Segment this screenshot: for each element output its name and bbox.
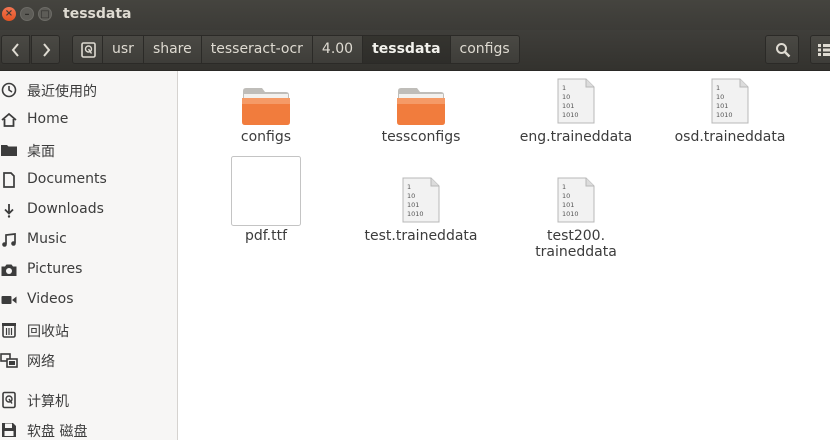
sidebar-item-music[interactable]: Music bbox=[0, 225, 177, 255]
network-icon bbox=[0, 353, 18, 368]
recent-clock-icon bbox=[1, 82, 17, 98]
sidebar-item-pictures[interactable]: Pictures bbox=[0, 255, 177, 285]
sidebar-item-label: Downloads bbox=[27, 201, 104, 217]
chevron-left-icon bbox=[11, 43, 19, 57]
file-item-osd-traineddata[interactable]: 1 10 101 1010 osd.traineddata bbox=[670, 77, 790, 151]
breadcrumb-tesseract-ocr[interactable]: tesseract-ocr bbox=[200, 35, 313, 64]
camera-icon bbox=[1, 264, 17, 276]
home-icon bbox=[1, 112, 17, 127]
binary-digit-text: 10 bbox=[562, 93, 570, 101]
breadcrumb-configs[interactable]: configs bbox=[449, 35, 520, 64]
search-icon bbox=[776, 43, 791, 58]
file-item-test-traineddata[interactable]: 1 10 101 1010 test.traineddata bbox=[361, 176, 481, 250]
sidebar-item-label: Documents bbox=[27, 171, 107, 187]
sidebar-item-label: 软盘 磁盘 bbox=[27, 424, 88, 440]
sidebar-item-videos[interactable]: Videos bbox=[0, 285, 177, 315]
sidebar-item-label: 回收站 bbox=[27, 324, 69, 340]
binary-digit-text: 1010 bbox=[407, 210, 424, 218]
trash-icon bbox=[2, 323, 16, 338]
drive-icon bbox=[81, 42, 96, 58]
sidebar-item-documents[interactable]: Documents bbox=[0, 165, 177, 195]
breadcrumb-tessdata[interactable]: tessdata bbox=[362, 35, 451, 64]
title-bar: × – □ tessdata bbox=[0, 0, 830, 30]
file-icon-view: configs tessconfigs 1 10 101 1010 eng.tr… bbox=[178, 71, 830, 440]
folder-icon bbox=[397, 88, 445, 125]
binary-digit-text: 1 bbox=[716, 84, 720, 92]
video-icon bbox=[1, 296, 17, 304]
binary-digit-text: 101 bbox=[562, 102, 574, 110]
binary-file-icon: 1 10 101 1010 bbox=[711, 78, 749, 124]
file-name: pdf.ttf bbox=[244, 228, 288, 244]
desktop-folder-icon bbox=[1, 145, 17, 156]
sidebar-item-computer[interactable]: 计算机 bbox=[0, 385, 177, 415]
sidebar-item-label: 最近使用的 bbox=[27, 84, 97, 100]
binary-file-icon: 1 10 101 1010 bbox=[557, 177, 595, 223]
file-name: tessconfigs bbox=[381, 129, 461, 145]
sidebar-item-floppy[interactable]: 软盘 磁盘 bbox=[0, 415, 177, 445]
file-name: test.traineddata bbox=[364, 228, 478, 244]
minimize-window-button[interactable]: – bbox=[20, 7, 34, 21]
computer-icon bbox=[2, 391, 16, 409]
forward-button[interactable] bbox=[31, 35, 60, 64]
file-item-test200-traineddata[interactable]: 1 10 101 1010 test200. traineddata bbox=[516, 176, 636, 266]
maximize-window-button[interactable]: □ bbox=[38, 7, 52, 21]
sidebar-item-label: 计算机 bbox=[27, 394, 69, 410]
binary-digit-text: 10 bbox=[562, 192, 570, 200]
sidebar-item-recent[interactable]: 最近使用的 bbox=[0, 75, 177, 105]
file-name: eng.traineddata bbox=[519, 129, 633, 145]
file-item-tessconfigs[interactable]: tessconfigs bbox=[361, 81, 481, 151]
floppy-icon bbox=[2, 423, 16, 437]
chevron-right-icon bbox=[43, 43, 51, 57]
file-name: configs bbox=[240, 129, 292, 145]
binary-digit-text: 101 bbox=[562, 201, 574, 209]
binary-digit-text: 1 bbox=[407, 183, 411, 191]
sidebar-item-desktop[interactable]: 桌面 bbox=[0, 135, 177, 165]
breadcrumb-4-00[interactable]: 4.00 bbox=[311, 35, 364, 64]
binary-file-icon: 1 10 101 1010 bbox=[557, 78, 595, 124]
document-icon bbox=[3, 172, 15, 188]
sidebar-item-home[interactable]: Home bbox=[0, 105, 177, 135]
back-button[interactable] bbox=[1, 35, 30, 64]
sidebar-item-label: Music bbox=[27, 231, 67, 247]
breadcrumb-usr[interactable]: usr bbox=[102, 35, 144, 64]
file-item-eng-traineddata[interactable]: 1 10 101 1010 eng.traineddata bbox=[516, 77, 636, 151]
file-item-pdf-ttf[interactable]: pdf.ttf bbox=[206, 155, 326, 245]
window-title: tessdata bbox=[63, 6, 132, 22]
file-item-configs[interactable]: configs bbox=[206, 81, 326, 151]
file-name-line2: traineddata bbox=[535, 244, 617, 260]
binary-digit-text: 1 bbox=[562, 84, 566, 92]
music-icon bbox=[2, 233, 16, 247]
search-button[interactable] bbox=[765, 35, 799, 64]
binary-file-icon: 1 10 101 1010 bbox=[402, 177, 440, 223]
binary-digit-text: 1010 bbox=[716, 111, 733, 119]
breadcrumb-share[interactable]: share bbox=[142, 35, 202, 64]
file-name: osd.traineddata bbox=[674, 129, 786, 145]
sidebar-item-label: Home bbox=[27, 111, 69, 127]
list-view-icon bbox=[818, 44, 830, 56]
list-view-button[interactable] bbox=[810, 35, 830, 64]
breadcrumb: usr share tesseract-ocr 4.00 tessdata co… bbox=[72, 35, 520, 64]
download-icon bbox=[4, 204, 14, 218]
sidebar-item-downloads[interactable]: Downloads bbox=[0, 195, 177, 225]
close-window-button[interactable]: × bbox=[2, 7, 16, 21]
sidebar-item-network[interactable]: 网络 bbox=[0, 345, 177, 375]
binary-digit-text: 10 bbox=[407, 192, 415, 200]
sidebar-item-label: Videos bbox=[27, 291, 74, 307]
binary-digit-text: 1010 bbox=[562, 210, 579, 218]
binary-digit-text: 101 bbox=[716, 102, 728, 110]
file-name: test200. bbox=[546, 228, 606, 244]
font-file-thumbnail-icon bbox=[231, 156, 301, 226]
header-bar: usr share tesseract-ocr 4.00 tessdata co… bbox=[0, 30, 830, 71]
sidebar-item-label: 桌面 bbox=[27, 144, 55, 160]
sidebar: 最近使用的 Home 桌面 Documents Downloads Music bbox=[0, 71, 178, 440]
sidebar-item-label: Pictures bbox=[27, 261, 83, 277]
binary-digit-text: 1010 bbox=[562, 111, 579, 119]
sidebar-item-trash[interactable]: 回收站 bbox=[0, 315, 177, 345]
binary-digit-text: 10 bbox=[716, 93, 724, 101]
folder-icon bbox=[242, 88, 290, 125]
binary-digit-text: 101 bbox=[407, 201, 419, 209]
breadcrumb-root-drive[interactable] bbox=[72, 35, 103, 64]
sidebar-item-label: 网络 bbox=[27, 354, 55, 370]
binary-digit-text: 1 bbox=[562, 183, 566, 191]
